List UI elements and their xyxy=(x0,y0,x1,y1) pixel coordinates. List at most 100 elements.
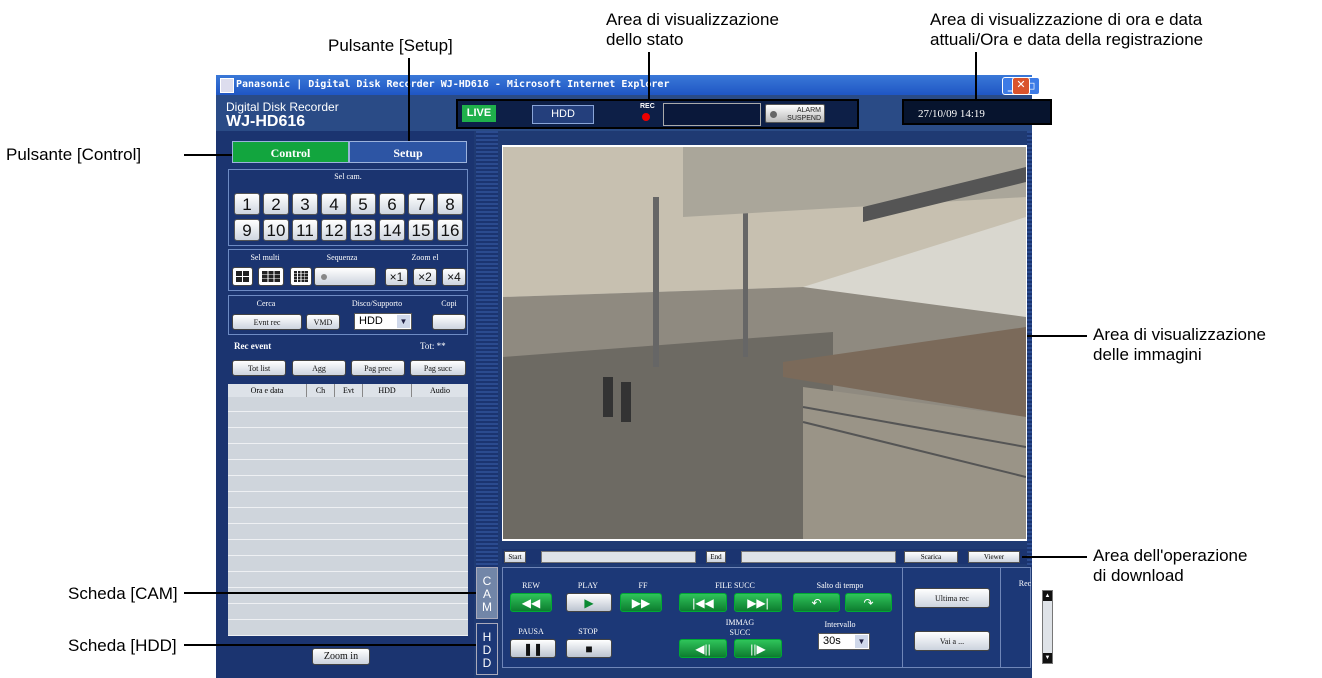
go-to-button[interactable]: Vai a ... xyxy=(914,631,990,651)
interval-select[interactable]: 30s ▼ xyxy=(818,633,870,650)
live-indicator: LIVE xyxy=(462,105,496,122)
camera-9-button[interactable]: 9 xyxy=(234,219,260,241)
prev-frame-button[interactable]: ◀|| xyxy=(679,639,727,658)
table-row[interactable] xyxy=(228,541,468,556)
end-button[interactable]: End xyxy=(706,551,726,563)
end-time-field[interactable] xyxy=(741,551,896,563)
col-datetime: Ora e data xyxy=(228,384,307,397)
refresh-button[interactable]: Agg xyxy=(292,360,346,376)
pause-button[interactable]: ❚❚ xyxy=(510,639,556,658)
table-row[interactable] xyxy=(228,413,468,428)
next-page-button[interactable]: Pag succ xyxy=(410,360,466,376)
leader-control xyxy=(184,154,232,156)
table-row[interactable] xyxy=(228,397,468,412)
download-button[interactable]: Scarica xyxy=(904,551,958,563)
interval-value: 30s xyxy=(823,635,841,647)
prev-file-button[interactable]: |◀◀ xyxy=(679,593,727,612)
callout-setup: Pulsante [Setup] xyxy=(328,36,453,55)
control-tab-button[interactable]: Control xyxy=(232,141,349,163)
camera-2-button[interactable]: 2 xyxy=(263,193,289,215)
left-stripe xyxy=(476,131,498,567)
copi-label: Copi xyxy=(441,299,457,308)
table-row[interactable] xyxy=(228,621,468,636)
table-row[interactable] xyxy=(228,445,468,460)
rec-scrollbar[interactable]: ▲ ▼ xyxy=(1042,590,1053,664)
copy-button[interactable] xyxy=(432,314,466,330)
hdd-tab[interactable]: H D D xyxy=(476,623,498,675)
table-row[interactable] xyxy=(228,573,468,588)
rec-label: REC xyxy=(640,103,655,110)
leader-hdd-tab xyxy=(184,644,476,646)
skip-back-time-button[interactable]: ↶ xyxy=(793,593,840,612)
rew-button[interactable]: ◀◀ xyxy=(510,593,552,612)
cam-tab[interactable]: C A M xyxy=(476,567,498,619)
scroll-down-icon: ▼ xyxy=(1043,653,1052,663)
table-row[interactable] xyxy=(228,605,468,620)
arrow-back-icon: ↶ xyxy=(811,596,822,610)
close-button[interactable]: ✕ xyxy=(1012,77,1030,95)
pause-icon: ❚❚ xyxy=(522,642,544,656)
last-rec-button[interactable]: Ultima rec xyxy=(914,588,990,608)
disk-select[interactable]: HDD ▼ xyxy=(354,313,412,330)
skip-forward-time-button[interactable]: ↷ xyxy=(845,593,892,612)
sequence-button[interactable] xyxy=(314,267,376,286)
setup-tab-button[interactable]: Setup xyxy=(349,141,467,163)
next-frame-button[interactable]: ||▶ xyxy=(734,639,782,658)
quad-view-button[interactable] xyxy=(232,267,253,286)
play-label: PLAY xyxy=(577,581,599,590)
start-time-field[interactable] xyxy=(541,551,696,563)
camera-4-button[interactable]: 4 xyxy=(321,193,347,215)
zoom-x2-button[interactable]: ×2 xyxy=(413,268,437,286)
camera-15-button[interactable]: 15 xyxy=(408,219,434,241)
rec-led-icon xyxy=(642,113,650,121)
zoom-x1-button[interactable]: ×1 xyxy=(385,268,408,286)
next-file-button[interactable]: ▶▶| xyxy=(734,593,782,612)
stop-button[interactable]: ■ xyxy=(566,639,612,658)
table-row[interactable] xyxy=(228,477,468,492)
leader-image xyxy=(1027,335,1087,337)
chevron-down-icon: ▼ xyxy=(855,635,868,648)
camera-1-button[interactable]: 1 xyxy=(234,193,260,215)
start-button[interactable]: Start xyxy=(504,551,526,563)
table-row[interactable] xyxy=(228,429,468,444)
camera-13-button[interactable]: 13 xyxy=(350,219,376,241)
sel-multi-label: Sel multi xyxy=(250,253,280,262)
ff-button[interactable]: ▶▶ xyxy=(620,593,662,612)
camera-6-button[interactable]: 6 xyxy=(379,193,405,215)
rec-list-label: Rec xyxy=(1018,579,1032,588)
camera-5-button[interactable]: 5 xyxy=(350,193,376,215)
play-button[interactable]: ▶ xyxy=(566,593,612,612)
pause-label: PAUSA xyxy=(518,627,544,636)
camera-10-button[interactable]: 10 xyxy=(263,219,289,241)
table-row[interactable] xyxy=(228,525,468,540)
event-rec-search-button[interactable]: Evnt rec xyxy=(232,314,302,330)
prev-page-button[interactable]: Pag prec xyxy=(351,360,405,376)
nine-view-button[interactable] xyxy=(258,267,284,286)
sequenza-label: Sequenza xyxy=(326,253,358,262)
table-row[interactable] xyxy=(228,493,468,508)
alarm-suspend-button[interactable]: ALARM SUSPEND xyxy=(765,104,825,123)
sixteen-grid-icon xyxy=(294,271,308,282)
camera-12-button[interactable]: 12 xyxy=(321,219,347,241)
camera-16-button[interactable]: 16 xyxy=(437,219,463,241)
table-row[interactable] xyxy=(228,557,468,572)
camera-8-button[interactable]: 8 xyxy=(437,193,463,215)
time-skip-label: Salto di tempo xyxy=(816,581,864,590)
sixteen-view-button[interactable] xyxy=(290,267,312,286)
stop-icon: ■ xyxy=(585,642,593,656)
camera-11-button[interactable]: 11 xyxy=(292,219,318,241)
zoom-in-button[interactable]: Zoom in xyxy=(312,648,370,665)
camera-7-button[interactable]: 7 xyxy=(408,193,434,215)
panel-divider xyxy=(1000,568,1001,667)
interval-label: Intervallo xyxy=(824,620,856,629)
viewer-button[interactable]: Viewer xyxy=(968,551,1020,563)
camera-14-button[interactable]: 14 xyxy=(379,219,405,241)
vmd-search-button[interactable]: VMD xyxy=(306,314,340,330)
ff-label: FF xyxy=(638,581,648,590)
camera-3-button[interactable]: 3 xyxy=(292,193,318,215)
table-row[interactable] xyxy=(228,461,468,476)
zoom-x4-button[interactable]: ×4 xyxy=(442,268,466,286)
table-row[interactable] xyxy=(228,509,468,524)
disco-label: Disco/Supporto xyxy=(351,299,403,308)
total-list-button[interactable]: Tot list xyxy=(232,360,286,376)
